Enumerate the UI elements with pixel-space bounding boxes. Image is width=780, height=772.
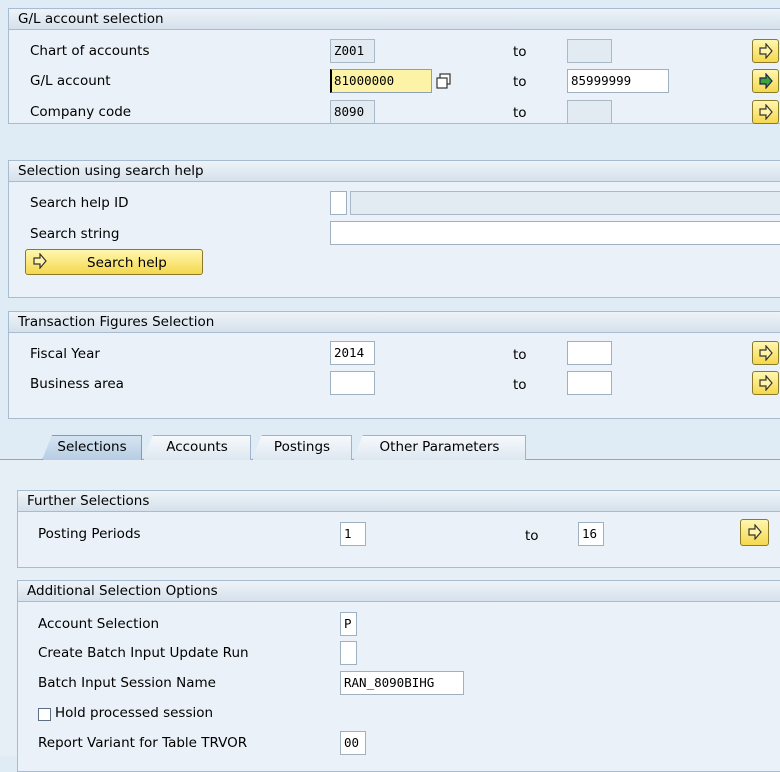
report-variant-label: Report Variant for Table TRVOR — [38, 735, 248, 751]
report-variant-field[interactable]: 00 — [340, 731, 366, 755]
business-area-multiple-selection-button[interactable] — [752, 371, 779, 395]
search-help-id-description — [350, 191, 780, 215]
arrow-right-icon — [759, 375, 773, 391]
search-help-button[interactable]: Search help — [25, 249, 203, 275]
gl-account-to-field[interactable]: 85999999 — [567, 69, 669, 93]
search-help-id-field[interactable] — [330, 191, 347, 215]
batch-session-name-label: Batch Input Session Name — [38, 675, 216, 691]
chart-of-accounts-to-field[interactable] — [567, 39, 612, 63]
business-area-from-field[interactable] — [330, 371, 375, 395]
posting-periods-multiple-selection-button[interactable] — [740, 519, 769, 546]
fiscal-year-to-field[interactable] — [567, 341, 612, 365]
to-label: to — [525, 528, 539, 544]
search-help-button-label: Search help — [87, 255, 167, 271]
company-code-multiple-selection-button[interactable] — [752, 100, 779, 124]
search-string-field[interactable] — [330, 221, 780, 245]
fiscal-year-from-field[interactable]: 2014 — [330, 341, 375, 365]
gl-account-label: G/L account — [30, 73, 111, 89]
group-title: Transaction Figures Selection — [9, 312, 780, 333]
group-title: Additional Selection Options — [18, 581, 780, 602]
group-title: Selection using search help — [9, 161, 780, 182]
to-label: to — [513, 347, 527, 363]
company-code-from-field[interactable]: 8090 — [330, 100, 375, 124]
business-area-to-field[interactable] — [567, 371, 612, 395]
account-selection-label: Account Selection — [38, 616, 160, 632]
company-code-label: Company code — [30, 104, 132, 120]
account-selection-field[interactable]: P — [340, 612, 357, 636]
posting-periods-to-field[interactable]: 16 — [578, 522, 604, 546]
to-label: to — [513, 377, 527, 393]
arrow-right-icon — [759, 345, 773, 361]
search-help-id-label: Search help ID — [30, 195, 129, 211]
tab-accounts[interactable]: Accounts — [143, 435, 251, 460]
gl-account-from-field[interactable]: 81000000 — [330, 69, 432, 93]
gl-account-multiple-selection-button[interactable] — [752, 69, 779, 93]
copy-icon[interactable] — [434, 71, 454, 91]
search-string-label: Search string — [30, 226, 120, 242]
create-batch-input-field[interactable] — [340, 641, 357, 665]
hold-processed-checkbox[interactable] — [38, 708, 51, 721]
company-code-to-field[interactable] — [567, 100, 612, 124]
batch-session-name-field[interactable]: RAN_8090BIHG — [340, 671, 464, 695]
posting-periods-label: Posting Periods — [38, 526, 141, 542]
tab-other-parameters[interactable]: Other Parameters — [353, 435, 526, 460]
transaction-figures-group: Transaction Figures Selection — [8, 311, 780, 419]
tab-selections[interactable]: Selections — [42, 435, 142, 460]
arrow-right-icon — [33, 253, 47, 269]
chart-of-accounts-label: Chart of accounts — [30, 43, 150, 59]
to-label: to — [513, 74, 527, 90]
tab-postings[interactable]: Postings — [252, 435, 352, 460]
posting-periods-from-field[interactable]: 1 — [340, 522, 366, 546]
fiscal-year-multiple-selection-button[interactable] — [752, 341, 779, 365]
arrow-right-icon — [748, 524, 762, 540]
group-title: G/L account selection — [9, 9, 780, 30]
to-label: to — [513, 44, 527, 60]
arrow-right-icon — [759, 43, 773, 59]
business-area-label: Business area — [30, 376, 124, 392]
to-label: to — [513, 105, 527, 121]
arrow-right-icon — [759, 104, 773, 120]
hold-processed-label: Hold processed session — [55, 705, 214, 721]
create-batch-input-label: Create Batch Input Update Run — [38, 645, 249, 661]
chart-of-accounts-from-field[interactable]: Z001 — [330, 39, 375, 63]
fiscal-year-label: Fiscal Year — [30, 346, 100, 362]
chart-of-accounts-multiple-selection-button[interactable] — [752, 39, 779, 63]
arrow-right-green-icon — [759, 73, 773, 89]
group-title: Further Selections — [18, 491, 780, 512]
